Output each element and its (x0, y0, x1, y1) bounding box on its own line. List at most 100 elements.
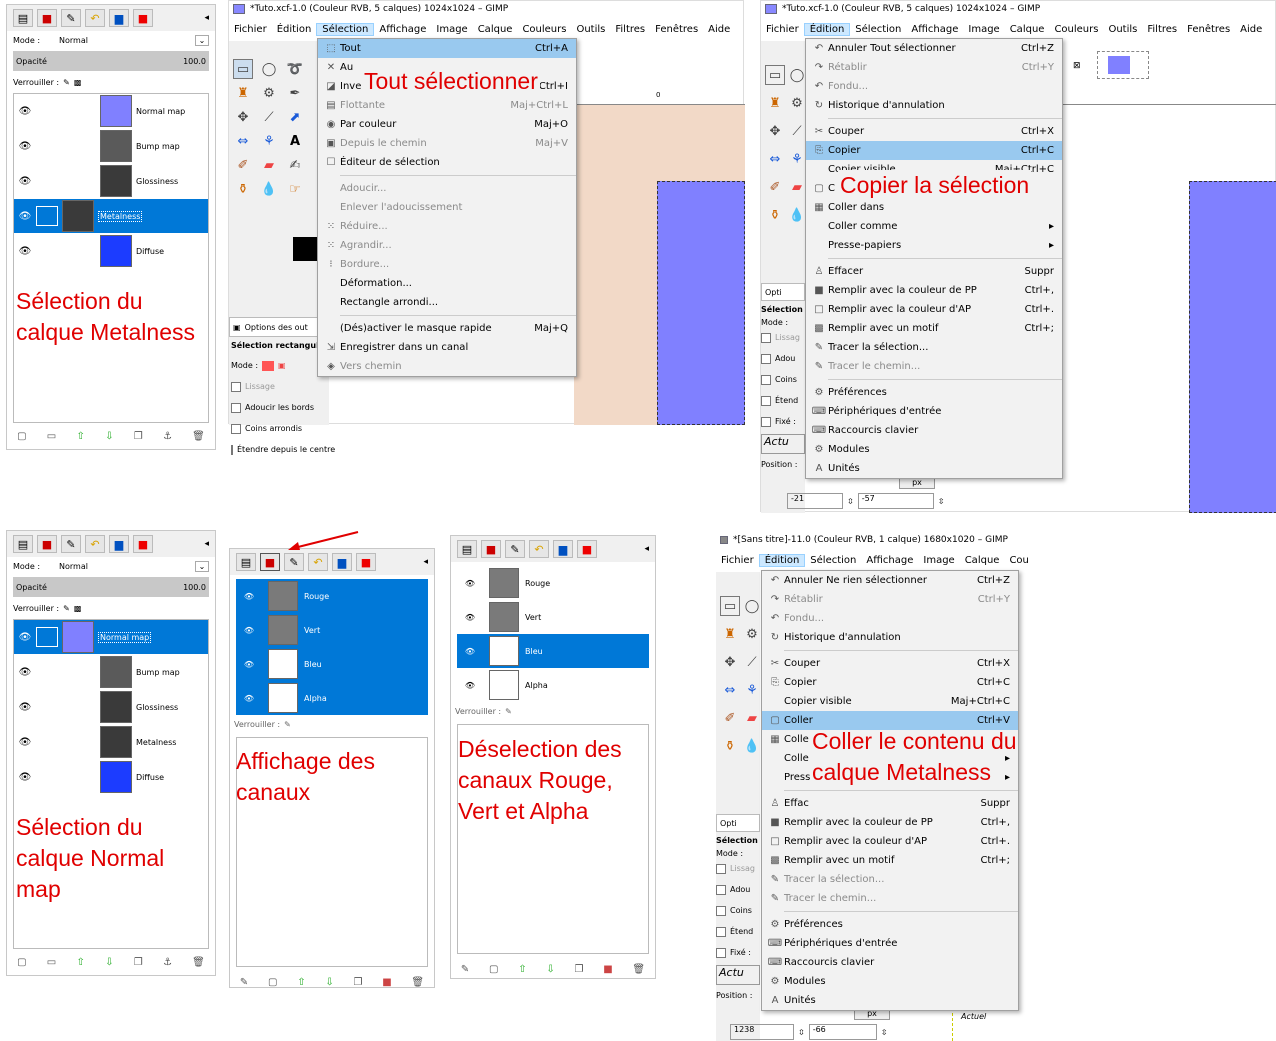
color-picker-icon[interactable]: ✒ (285, 83, 305, 103)
eye-icon[interactable]: 👁 (14, 141, 36, 152)
menubar-item[interactable]: Calque (960, 555, 1005, 566)
eye-icon[interactable]: 👁 (14, 737, 36, 748)
palette-tab-icon[interactable]: ■ (133, 535, 153, 553)
menu-item[interactable]: ⚙ Préférences (806, 383, 1062, 402)
menu-item[interactable]: ⚙ Préférences (762, 915, 1018, 934)
menubar-item[interactable]: Édition (758, 553, 806, 567)
bucket-tool-icon[interactable]: ♜ (765, 93, 785, 113)
rect-select-tool-icon[interactable]: ▭ (720, 596, 740, 616)
option-checkbox[interactable] (761, 395, 771, 406)
menu-item[interactable]: Copier visible Maj+Ctrl+C (762, 692, 1018, 711)
menu-item[interactable]: ↷ Rétablir Ctrl+Y (762, 590, 1018, 609)
stepper-icon[interactable]: ⇳ (938, 497, 945, 506)
eye-icon[interactable]: 👁 (457, 647, 483, 656)
lock-alpha-icon[interactable]: ▩ (74, 78, 82, 87)
layer-row[interactable]: 👁 Normal map (14, 620, 208, 655)
menu-item[interactable]: ⌨ Périphériques d'entrée (762, 934, 1018, 953)
tool-options-tab[interactable]: ▣ Options des out (229, 317, 329, 337)
menubar-item[interactable]: Sélection (850, 24, 906, 35)
menu-item[interactable]: ✂ Couper Ctrl+X (806, 122, 1062, 141)
raise-channel-icon[interactable]: ⇧ (518, 964, 526, 975)
menu-item[interactable]: ⁙ Réduire... (318, 217, 576, 236)
chevron-down-icon[interactable]: ⌄ (195, 560, 209, 572)
position-y-input[interactable]: -57 (857, 493, 934, 509)
histogram-tab-icon[interactable]: ▆ (332, 553, 352, 571)
eye-icon[interactable]: 👁 (14, 667, 36, 678)
palette-tab-icon[interactable]: ■ (577, 540, 597, 558)
stepper-icon[interactable]: ⇳ (847, 497, 854, 506)
eye-icon[interactable]: 👁 (236, 626, 262, 635)
menu-item[interactable]: ⌨ Raccourcis clavier (762, 953, 1018, 972)
lower-layer-icon[interactable]: ⇩ (105, 431, 113, 442)
menu-item[interactable]: ⌨ Périphériques d'entrée (806, 402, 1062, 421)
menubar-item[interactable]: Affichage (906, 24, 963, 35)
layer-row[interactable]: 👁 Bump map (14, 129, 208, 164)
chevron-down-icon[interactable]: ⌄ (195, 34, 209, 46)
chain-slot[interactable] (36, 206, 58, 226)
cage-tool-icon[interactable]: ⚘ (787, 149, 807, 169)
menubar-item[interactable]: Fenêtres (650, 24, 703, 35)
layers-tab-icon[interactable]: ▤ (13, 535, 33, 553)
paintbrush-icon[interactable]: ✐ (233, 155, 253, 175)
channel-to-selection-icon[interactable]: ■ (603, 964, 612, 975)
tool-options-tab[interactable]: Opti (716, 814, 760, 832)
menu-item[interactable]: ↻ Historique d'annulation (806, 96, 1062, 115)
eye-icon[interactable]: 👁 (14, 211, 36, 222)
stepper-icon[interactable]: ⇳ (881, 1028, 888, 1037)
fuzzy-select-tool-icon[interactable]: ⚙ (259, 83, 279, 103)
clone-tool-icon[interactable]: ⚱ (765, 205, 785, 225)
menu-item[interactable]: ↷ Rétablir Ctrl+Y (806, 58, 1062, 77)
move-tool-icon[interactable]: ✥ (765, 121, 785, 141)
fuzzy-select-tool-icon[interactable]: ⚙ (742, 624, 762, 644)
layers-tab-icon[interactable]: ▤ (236, 553, 256, 571)
menu-item[interactable]: ▩ Remplir avec un motif Ctrl+; (762, 851, 1018, 870)
menubar-item[interactable]: Calque (1005, 24, 1050, 35)
adoucir-checkbox[interactable] (231, 402, 241, 413)
tool-options-tab[interactable]: Opti (761, 283, 805, 301)
option-checkbox[interactable] (761, 353, 771, 364)
menubar-item[interactable]: Image (963, 24, 1004, 35)
menubar-item[interactable]: Outils (1103, 24, 1142, 35)
position-y-input[interactable]: -66 (808, 1024, 877, 1040)
menu-item[interactable]: ↶ Fondu... (762, 609, 1018, 628)
coins-checkbox[interactable] (231, 423, 241, 434)
channels-tab-icon[interactable]: ■ (37, 9, 57, 27)
menu-item[interactable]: □ Remplir avec la couleur d'AP Ctrl+. (762, 832, 1018, 851)
option-checkbox[interactable] (716, 905, 726, 916)
channel-row[interactable]: 👁 Alpha (236, 681, 428, 715)
opacity-slider[interactable]: Opacité 100.0 (13, 577, 209, 597)
menu-item[interactable]: Adoucir... (318, 179, 576, 198)
menu-item[interactable]: ⚙ Modules (762, 972, 1018, 991)
menu-item[interactable]: ■ Remplir avec la couleur de PP Ctrl+, (762, 813, 1018, 832)
delete-channel-icon[interactable]: 🗑 (632, 964, 645, 975)
lock-pixels-icon[interactable]: ✎ (63, 78, 70, 87)
menubar-item[interactable]: Édition (272, 24, 317, 35)
eraser-icon[interactable]: ▰ (742, 708, 762, 728)
histogram-tab-icon[interactable]: ▆ (109, 9, 129, 27)
option-checkbox[interactable] (761, 416, 771, 427)
new-layer-icon[interactable]: ▢ (17, 957, 26, 968)
new-channel-icon[interactable]: ▢ (489, 964, 498, 975)
channel-row[interactable]: 👁 Alpha (457, 668, 649, 702)
new-group-icon[interactable]: ▭ (47, 957, 56, 968)
paintbrush-icon[interactable]: ✐ (720, 708, 740, 728)
eye-icon[interactable]: 👁 (14, 702, 36, 713)
layer-row[interactable]: 👁 Normal map (14, 94, 208, 129)
option-checkbox[interactable] (761, 332, 771, 343)
menubar-item[interactable]: Aide (1235, 24, 1267, 35)
menu-item[interactable]: ▣ Depuis le chemin Maj+V (318, 134, 576, 153)
menu-item[interactable]: □ Remplir avec la couleur d'AP Ctrl+. (806, 300, 1062, 319)
eye-icon[interactable]: 👁 (457, 579, 483, 588)
fg-color-swatch[interactable] (293, 237, 319, 261)
menu-item[interactable]: ⎘ Copier Ctrl+C (762, 673, 1018, 692)
opacity-value[interactable]: 100.0 (183, 583, 206, 592)
delete-layer-icon[interactable]: 🗑 (192, 957, 205, 968)
channel-row[interactable]: 👁 Bleu (457, 634, 649, 668)
ellipse-select-tool-icon[interactable]: ◯ (742, 596, 762, 616)
flip-tool-icon[interactable]: ⇔ (765, 149, 785, 169)
menu-item[interactable]: Déformation... (318, 274, 576, 293)
menu-item[interactable]: ✎ Tracer la sélection... (762, 870, 1018, 889)
menubar-item[interactable]: Image (918, 555, 959, 566)
menu-item[interactable]: ↻ Historique d'annulation (762, 628, 1018, 647)
raise-layer-icon[interactable]: ⇧ (76, 431, 84, 442)
